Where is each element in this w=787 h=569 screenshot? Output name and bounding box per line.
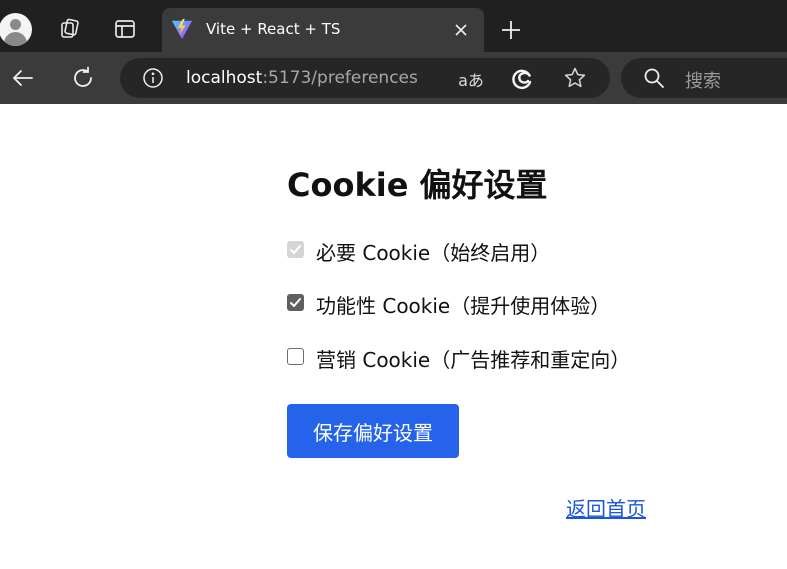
url-path: :5173/preferences	[262, 68, 418, 88]
necessary-cookie-label: 必要 Cookie（始终启用）	[316, 241, 551, 265]
back-home-link[interactable]: 返回首页	[566, 493, 646, 522]
tab-close-icon[interactable]	[450, 19, 472, 41]
site-info-icon[interactable]	[142, 67, 164, 89]
marketing-cookie-label[interactable]: 营销 Cookie（广告推荐和重定向）	[316, 344, 630, 373]
search-box[interactable]: 搜索	[621, 58, 787, 98]
page-title: Cookie 偏好设置	[287, 166, 548, 204]
tab-vite-react[interactable]: Vite + React + TS	[162, 8, 484, 52]
favorite-star-icon[interactable]	[563, 66, 587, 90]
new-tab-icon[interactable]	[498, 17, 524, 43]
functional-cookie-label[interactable]: 功能性 Cookie（提升使用体验）	[316, 290, 610, 319]
browser-window: Vite + React + TS localhost:5173/prefere…	[0, 0, 787, 569]
tab-strip: Vite + React + TS	[0, 0, 787, 52]
browser-toolbar: localhost:5173/preferences aあ 搜索	[0, 52, 787, 104]
url-host: localhost	[186, 68, 263, 88]
tab-title: Vite + React + TS	[206, 20, 341, 38]
edge-copilot-icon[interactable]	[510, 67, 534, 91]
marketing-cookie-checkbox[interactable]	[287, 348, 304, 365]
workspaces-icon[interactable]	[56, 16, 82, 42]
read-aloud-icon[interactable]: aあ	[456, 67, 486, 90]
address-bar[interactable]: localhost:5173/preferences aあ	[120, 58, 610, 98]
search-icon	[644, 68, 664, 88]
page-content: Cookie 偏好设置 必要 Cookie（始终启用） 功能性 Cookie（提…	[0, 104, 787, 569]
refresh-icon[interactable]	[70, 65, 96, 91]
back-arrow-icon[interactable]	[10, 65, 36, 91]
functional-cookie-checkbox[interactable]	[287, 294, 304, 311]
search-placeholder: 搜索	[685, 71, 721, 92]
necessary-cookie-checkbox	[287, 241, 304, 258]
url-text[interactable]: localhost:5173/preferences	[186, 68, 418, 88]
profile-avatar-icon[interactable]	[0, 13, 32, 46]
vertical-tabs-icon[interactable]	[112, 16, 138, 42]
save-preferences-button[interactable]: 保存偏好设置	[287, 404, 459, 458]
vite-logo-icon	[171, 18, 193, 40]
